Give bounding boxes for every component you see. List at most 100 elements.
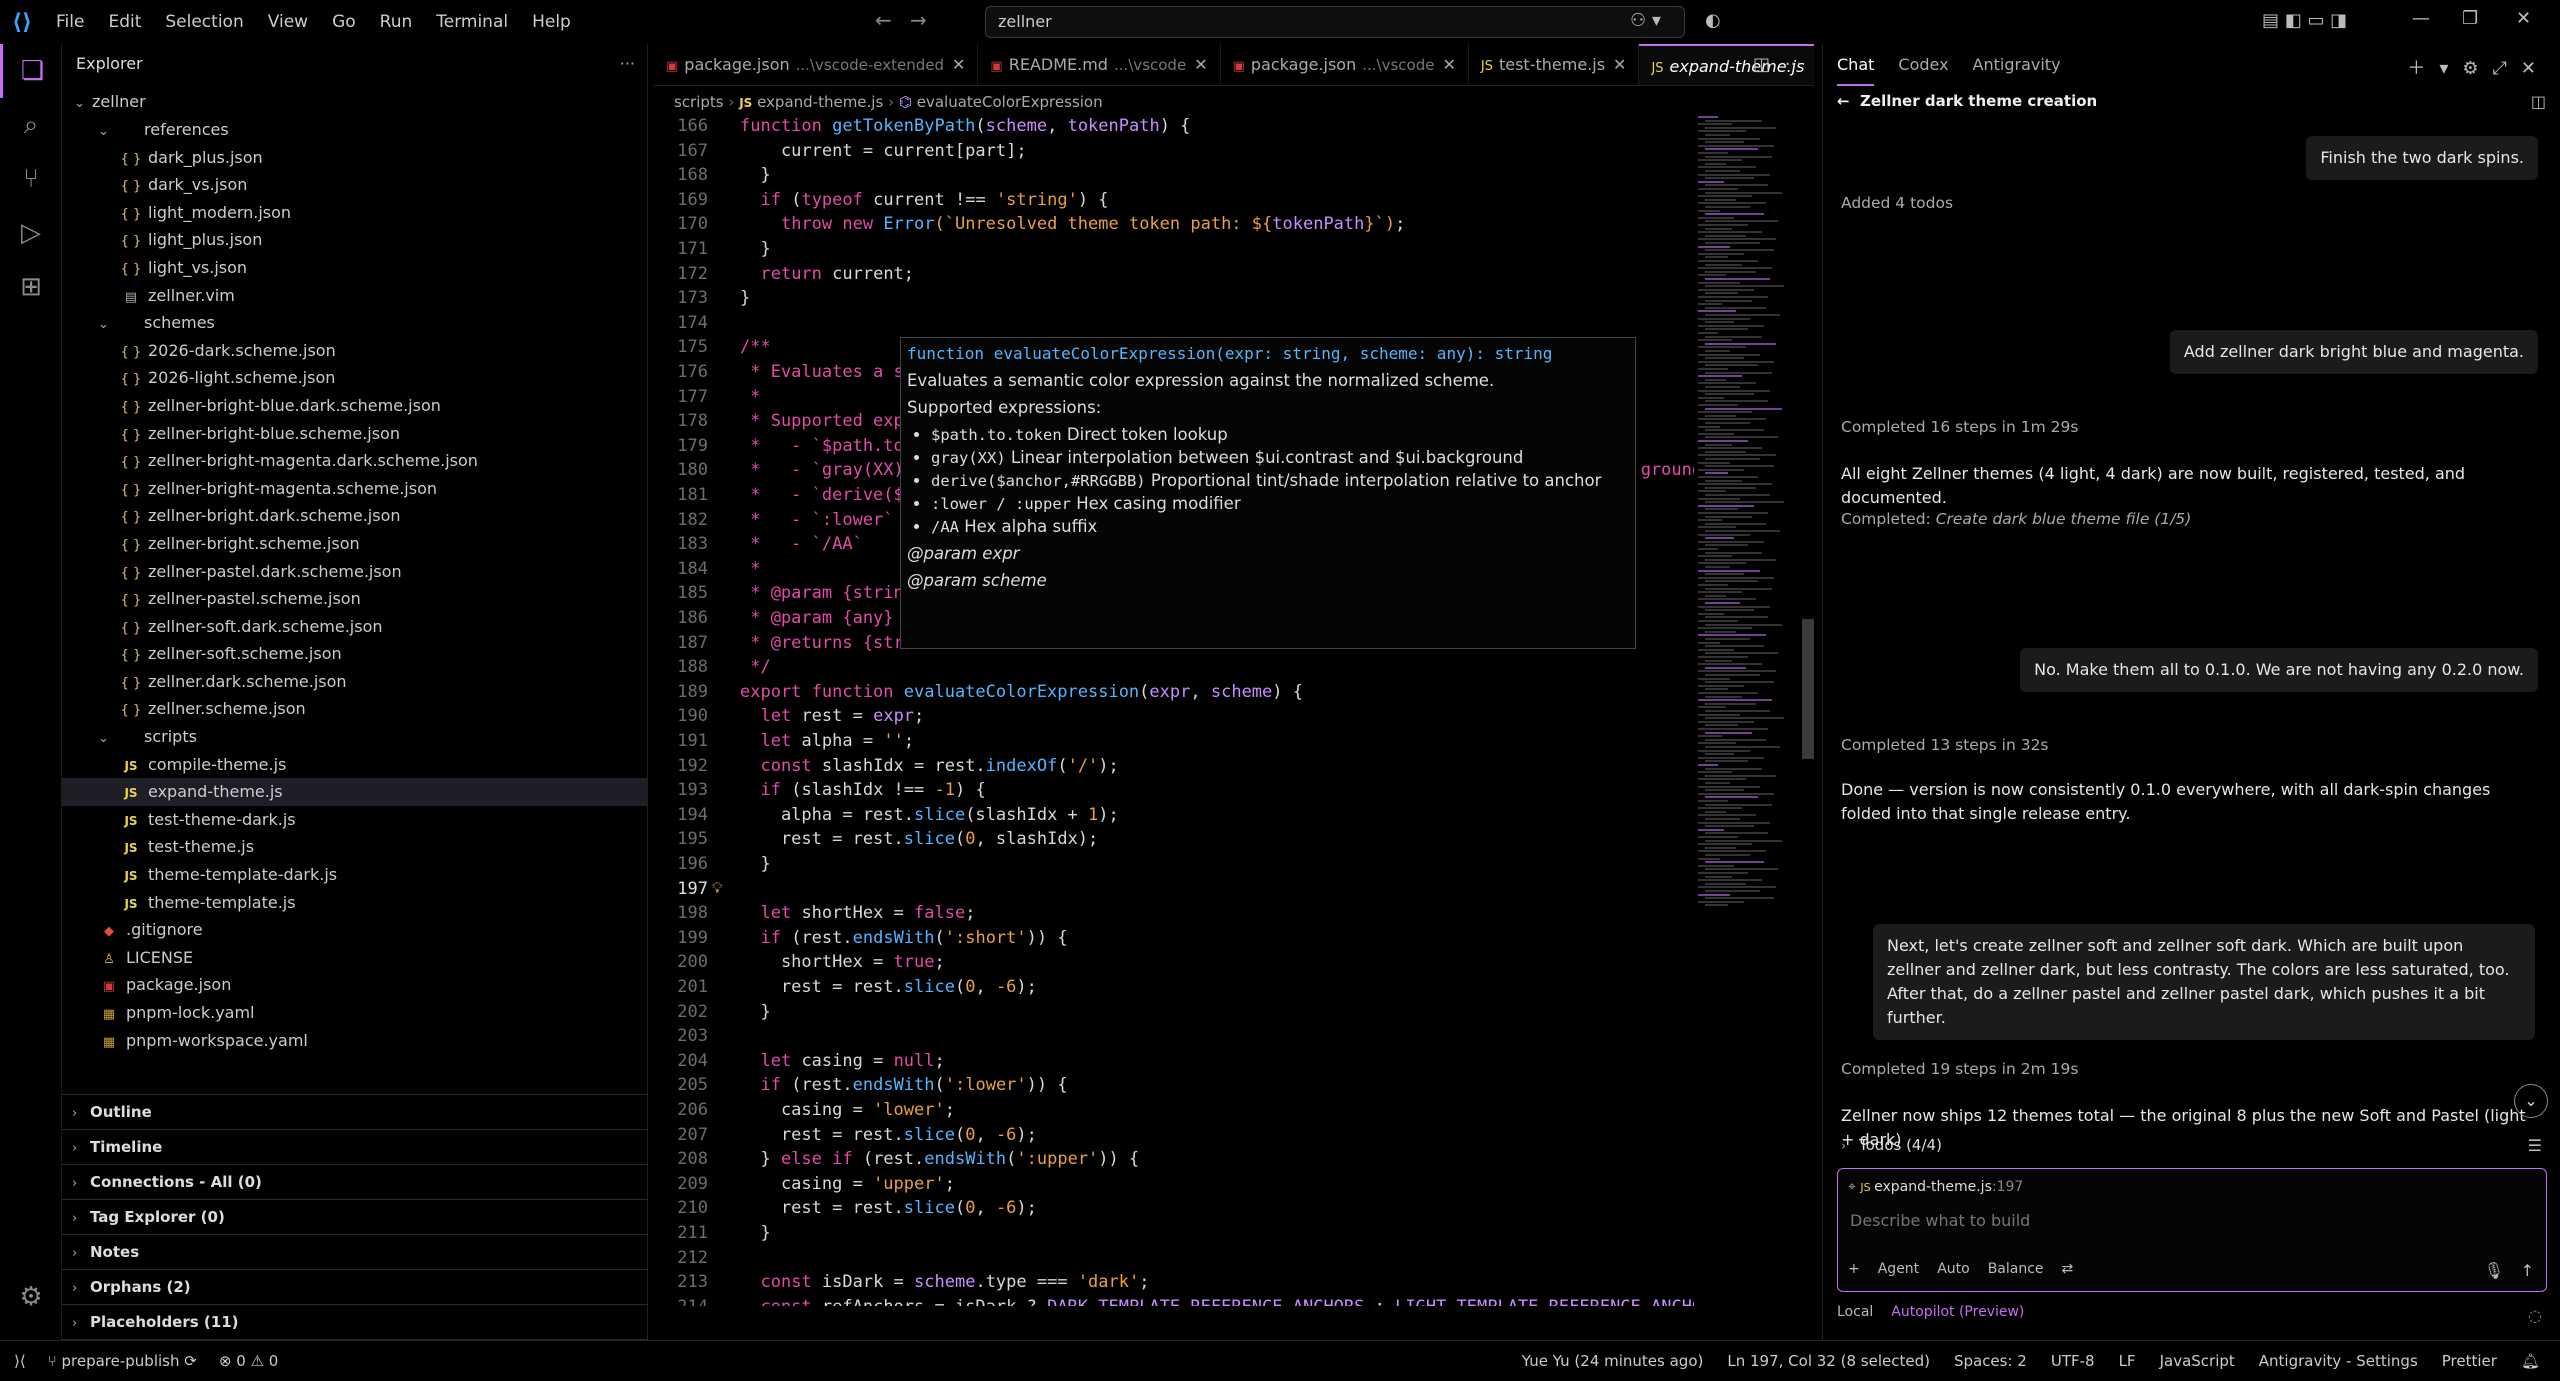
problems-item[interactable]: ⊗ 0 ⚠ 0 (219, 1341, 278, 1381)
search-icon[interactable]: ⌕ (0, 98, 62, 152)
code-view[interactable]: 166 function getTokenByPath(scheme, token… (654, 116, 1694, 1306)
source-control-icon[interactable]: ⑂ (0, 152, 62, 206)
balance-button[interactable]: Balance (1988, 1261, 2044, 1277)
tree-item[interactable]: ⌄ schemes (62, 309, 648, 337)
tree-item[interactable]: { } zellner-pastel.dark.scheme.json (62, 558, 648, 586)
menu-terminal[interactable]: Terminal (424, 0, 520, 44)
tree-item[interactable]: { } zellner-soft.dark.scheme.json (62, 613, 648, 641)
tree-item[interactable]: JS expand-theme.js (62, 778, 648, 806)
chat-tab-codex[interactable]: Codex (1898, 44, 1948, 86)
status-message[interactable]: Completed 13 steps in 32s (1841, 736, 2049, 754)
tree-item[interactable]: ⌄ scripts (62, 723, 648, 751)
tab-test-theme-js[interactable]: JS test-theme.js ✕ (1469, 44, 1640, 85)
menu-view[interactable]: View (256, 0, 320, 44)
tab-close-icon[interactable]: ✕ (952, 55, 965, 74)
chat-sidebar-icon[interactable]: ◫ (2531, 92, 2546, 111)
chat-footer-0[interactable]: Local (1837, 1304, 1873, 1320)
tree-item[interactable]: JS compile-theme.js (62, 751, 648, 779)
tab-close-icon[interactable]: ✕ (1812, 57, 1814, 76)
tree-item[interactable]: { } 2026-dark.scheme.json (62, 337, 648, 365)
explorer-icon[interactable]: ❏ (0, 44, 62, 98)
status-item-6[interactable]: Antigravity - Settings (2259, 1341, 2418, 1381)
tab-close-icon[interactable]: ✕ (1442, 55, 1455, 74)
chat-tab-chat[interactable]: Chat (1837, 44, 1875, 86)
status-item-5[interactable]: JavaScript (2160, 1341, 2235, 1381)
menu-selection[interactable]: Selection (153, 0, 255, 44)
status-item-3[interactable]: UTF-8 (2051, 1341, 2095, 1381)
chat-tab-antigravity[interactable]: Antigravity (1973, 44, 2061, 86)
minimize-icon[interactable]: — (2412, 8, 2430, 29)
scroll-down-button[interactable]: ⌄ (2514, 1084, 2548, 1118)
status-item-4[interactable]: LF (2119, 1341, 2136, 1381)
tree-item[interactable]: { } zellner-bright-magenta.dark.scheme.js… (62, 447, 648, 475)
tree-item[interactable]: ▤ zellner.vim (62, 282, 648, 310)
status-message[interactable]: Completed 16 steps in 1m 29s (1841, 418, 2078, 436)
remote-icon[interactable]: ⟩⟨ (14, 1341, 26, 1381)
add-button[interactable]: + (1848, 1261, 1860, 1277)
copilot-icon[interactable]: ⚇ ▾ (1630, 10, 1661, 31)
tree-item[interactable]: { } zellner-soft.scheme.json (62, 640, 648, 668)
section-3[interactable]: › Tag Explorer (0) (62, 1199, 648, 1234)
tree-item[interactable]: ⌄ references (62, 116, 648, 144)
tree-item[interactable]: { } light_modern.json (62, 199, 648, 227)
tree-item[interactable]: { } light_vs.json (62, 254, 648, 282)
chat-input[interactable] (1850, 1211, 2530, 1230)
tree-item[interactable]: { } zellner.scheme.json (62, 695, 648, 723)
back-arrow-icon[interactable]: ← (875, 8, 892, 32)
tree-item[interactable]: ▦ pnpm-lock.yaml (62, 999, 648, 1027)
tree-item[interactable]: { } 2026-light.scheme.json (62, 364, 648, 392)
tree-item[interactable]: { } zellner-bright-blue.scheme.json (62, 420, 648, 448)
tab-README-md[interactable]: ▣ README.md ...\vscode ✕ (978, 44, 1221, 85)
microphone-icon[interactable]: 🎙︎ (2484, 1261, 2504, 1280)
tree-item[interactable]: { } zellner-bright-blue.dark.scheme.json (62, 392, 648, 420)
section-0[interactable]: › Outline (62, 1094, 648, 1129)
tree-item[interactable]: { } zellner.dark.scheme.json (62, 668, 648, 696)
bell-icon[interactable]: 🔔︎ (2521, 1341, 2540, 1381)
more-actions-icon[interactable]: ··· (620, 44, 635, 84)
split-editor-icon[interactable]: ◫ (1753, 54, 1770, 75)
status-item-0[interactable]: Yue Yu (24 minutes ago) (1522, 1341, 1704, 1381)
todos-toggle[interactable]: › Todos (4/4) (1841, 1136, 1942, 1154)
breadcrumb-folder[interactable]: scripts (674, 93, 724, 111)
tab-package-json[interactable]: ▣ package.json ...\vscode ✕ (1221, 44, 1469, 85)
editor-more-icon[interactable]: ··· (1785, 54, 1802, 75)
menu-help[interactable]: Help (520, 0, 583, 44)
menu-go[interactable]: Go (320, 0, 368, 44)
section-4[interactable]: › Notes (62, 1234, 648, 1269)
chat-footer-1[interactable]: Autopilot (Preview) (1891, 1304, 2024, 1320)
layout-icons[interactable]: ▤ ◧ ▭ ◨ (2262, 10, 2347, 31)
tree-item[interactable]: { } zellner-bright.dark.scheme.json (62, 502, 648, 530)
tree-item[interactable]: ▣ package.json (62, 971, 648, 999)
section-6[interactable]: › Placeholders (11) (62, 1304, 648, 1339)
tree-item[interactable]: ♙ LICENSE (62, 944, 648, 972)
back-icon[interactable]: ← (1837, 92, 1850, 110)
chat-toolbar-icons[interactable]: ＋▾⚙⤢✕ (2407, 54, 2550, 80)
agent-button[interactable]: Agent (1878, 1261, 1919, 1277)
tab-package-json[interactable]: ▣ package.json ...\vscode-extended ✕ (654, 44, 979, 85)
tree-item[interactable]: JS test-theme.js (62, 833, 648, 861)
status-item-7[interactable]: Prettier (2442, 1341, 2497, 1381)
tree-root[interactable]: ⌄ zellner (62, 88, 648, 116)
attached-file[interactable]: ⌖ JS expand-theme.js:197 (1848, 1179, 2023, 1195)
status-item-1[interactable]: Ln 197, Col 32 (8 selected) (1727, 1341, 1930, 1381)
section-1[interactable]: › Timeline (62, 1129, 648, 1164)
tree-item[interactable]: { } light_plus.json (62, 226, 648, 254)
status-item-2[interactable]: Spaces: 2 (1954, 1341, 2027, 1381)
tree-item[interactable]: ◆ .gitignore (62, 916, 648, 944)
tab-close-icon[interactable]: ✕ (1613, 55, 1626, 74)
section-5[interactable]: › Orphans (2) (62, 1269, 648, 1304)
todo-list-icon[interactable]: ☰ (2528, 1136, 2542, 1155)
auto-button[interactable]: Auto (1937, 1261, 1970, 1277)
breadcrumb-symbol[interactable]: evaluateColorExpression (917, 93, 1103, 111)
section-2[interactable]: › Connections - All (0) (62, 1164, 648, 1199)
command-center-search[interactable]: zellner (985, 6, 1685, 38)
tree-item[interactable]: { } zellner-pastel.scheme.json (62, 585, 648, 613)
forward-arrow-icon[interactable]: → (910, 8, 927, 32)
tree-item[interactable]: JS test-theme-dark.js (62, 806, 648, 834)
tree-item[interactable]: { } zellner-bright.scheme.json (62, 530, 648, 558)
tree-item[interactable]: ▦ pnpm-workspace.yaml (62, 1027, 648, 1055)
tree-item[interactable]: JS theme-template.js (62, 889, 648, 917)
tree-item[interactable]: { } dark_vs.json (62, 171, 648, 199)
tools-icon[interactable]: ⇄ (2062, 1261, 2074, 1277)
run-debug-icon[interactable]: ▷ (0, 206, 62, 260)
